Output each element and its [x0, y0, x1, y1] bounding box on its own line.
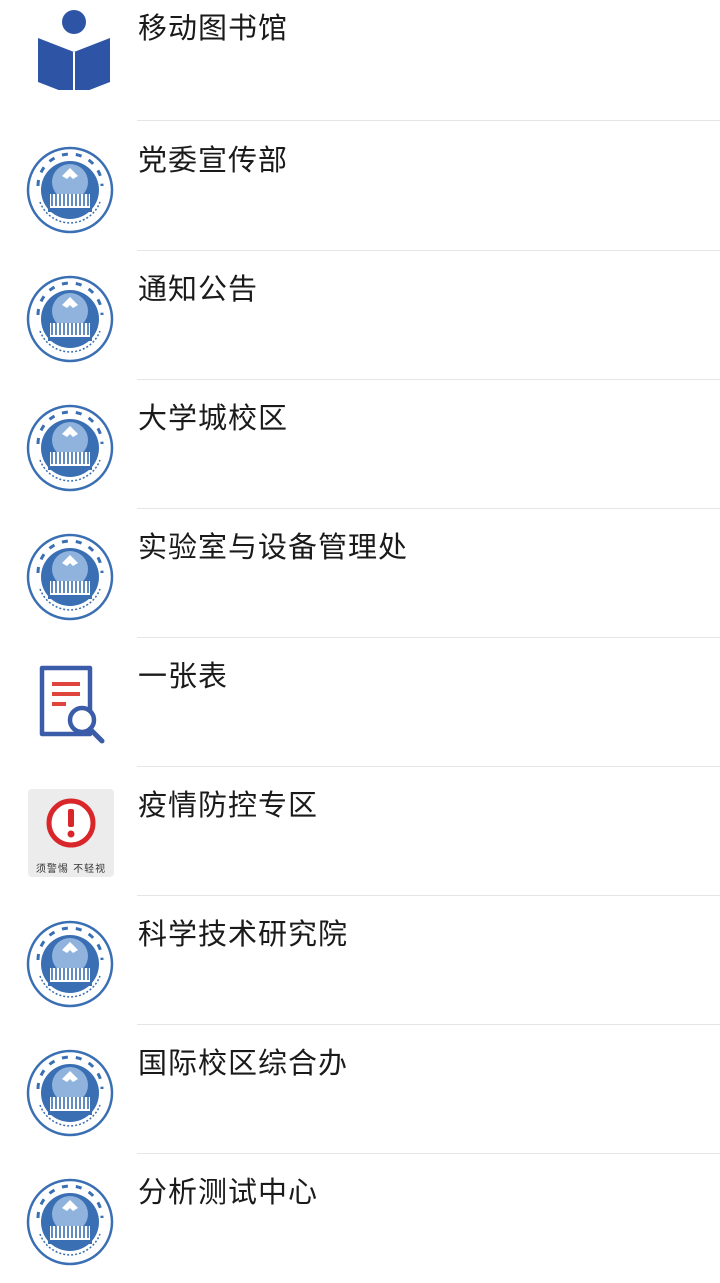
account-name: 一张表 — [138, 659, 229, 693]
account-row-university-town-campus[interactable]: 大学城校区 — [0, 380, 720, 509]
university-seal-icon — [26, 404, 114, 492]
form-search-icon — [26, 662, 114, 750]
alert-caption: 须警惕 不轻视 — [35, 864, 107, 875]
university-seal-icon — [26, 1049, 114, 1137]
account-name: 大学城校区 — [138, 401, 289, 435]
university-seal-icon — [26, 533, 114, 621]
account-row-announcements[interactable]: 通知公告 — [0, 251, 720, 380]
account-name: 移动图书馆 — [138, 11, 289, 45]
account-name: 党委宣传部 — [138, 143, 289, 177]
account-row-science-tech-institute[interactable]: 科学技术研究院 — [0, 896, 720, 1025]
account-row-mobile-library[interactable]: 移动图书馆 — [0, 0, 720, 121]
account-row-lab-equipment-office[interactable]: 实验室与设备管理处 — [0, 509, 720, 638]
account-name: 实验室与设备管理处 — [138, 530, 409, 564]
account-row-publicity-dept[interactable]: 党委宣传部 — [0, 122, 720, 251]
university-seal-icon — [26, 1178, 114, 1266]
account-name: 通知公告 — [138, 272, 259, 306]
alert-warning-icon: 须警惕 不轻视 — [28, 789, 114, 877]
university-seal-icon — [26, 275, 114, 363]
row-divider — [137, 120, 720, 121]
university-seal-icon — [26, 146, 114, 234]
account-row-one-form[interactable]: 一张表 — [0, 638, 720, 767]
account-row-epidemic-prevention[interactable]: 须警惕 不轻视 疫情防控专区 — [0, 767, 720, 896]
account-row-analysis-testing-center[interactable]: 分析测试中心 — [0, 1154, 720, 1283]
library-book-icon — [30, 2, 110, 90]
account-name: 科学技术研究院 — [138, 917, 349, 951]
subscription-account-list: 移动图书馆 党委宣传部 通知公告 大学城校区 实验室与设备管理处 一张表 须警惕… — [0, 0, 720, 1279]
account-row-international-campus-office[interactable]: 国际校区综合办 — [0, 1025, 720, 1154]
account-name: 疫情防控专区 — [138, 788, 319, 822]
account-name: 国际校区综合办 — [138, 1046, 349, 1080]
university-seal-icon — [26, 920, 114, 1008]
account-name: 分析测试中心 — [138, 1175, 319, 1209]
